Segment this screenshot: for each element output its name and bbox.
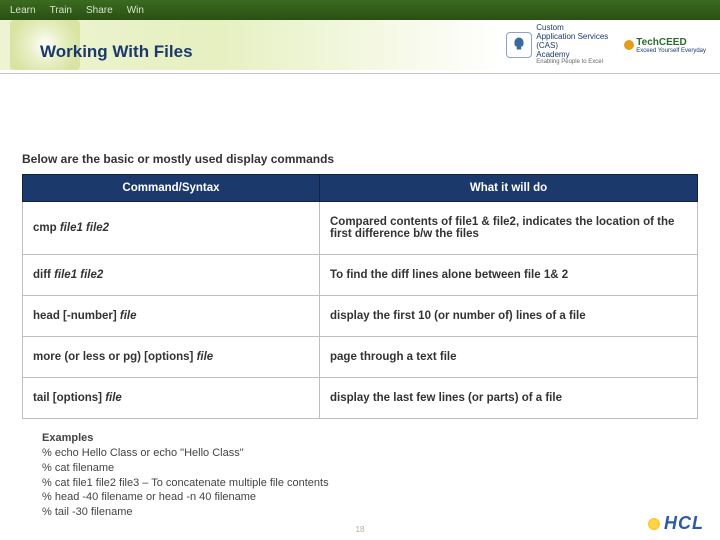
topbar-item: Win [127,5,144,16]
brain-icon [506,32,532,58]
horizontal-rule [0,73,720,74]
header-command: Command/Syntax [23,175,320,202]
cell-command: cmp file1 file2 [23,202,320,255]
table-row: cmp file1 file2 Compared contents of fil… [23,202,698,255]
triangle-icon [624,40,634,50]
table-row: more (or less or pg) [options] file page… [23,337,698,378]
cell-description: Compared contents of file1 & file2, indi… [320,202,698,255]
examples-title: Examples [42,431,698,446]
topbar-item: Share [86,5,113,16]
table-row: diff file1 file2 To find the diff lines … [23,255,698,296]
sun-icon [648,518,660,530]
example-line: % cat filename [42,461,698,476]
page-number: 18 [356,525,365,534]
hcl-logo: HCL [648,513,704,534]
topbar-item: Learn [10,5,36,16]
cell-command: head [-number] file [23,296,320,337]
example-line: % head -40 filename or head -n 40 filena… [42,490,698,505]
table-header-row: Command/Syntax What it will do [23,175,698,202]
cell-description: To find the diff lines alone between fil… [320,255,698,296]
cell-description: display the first 10 (or number of) line… [320,296,698,337]
commands-table: Command/Syntax What it will do cmp file1… [22,174,698,419]
techceed-logo: TechCEED Exceed Yourself Everyday [624,37,706,54]
cell-description: display the last few lines (or parts) of… [320,378,698,419]
example-line: % echo Hello Class or echo "Hello Class" [42,446,698,461]
top-nav-bar: Learn Train Share Win [0,0,720,20]
topbar-item: Train [50,5,72,16]
examples-block: Examples % echo Hello Class or echo "Hel… [42,431,698,520]
example-line: % cat file1 file2 file3 – To concatenate… [42,476,698,491]
table-row: tail [options] file display the last few… [23,378,698,419]
slide-content: Below are the basic or mostly used displ… [0,70,720,520]
cell-command: diff file1 file2 [23,255,320,296]
header-description: What it will do [320,175,698,202]
cell-description: page through a text file [320,337,698,378]
table-row: head [-number] file display the first 10… [23,296,698,337]
cell-command: tail [options] file [23,378,320,419]
cell-command: more (or less or pg) [options] file [23,337,320,378]
slide-title: Working With Files [40,42,193,62]
intro-text: Below are the basic or mostly used displ… [22,152,698,166]
header-logos: Custom Application Services (CAS) Academ… [506,24,710,66]
cas-academy-logo: Custom Application Services (CAS) Academ… [506,24,608,66]
example-line: % tail -30 filename [42,505,698,520]
